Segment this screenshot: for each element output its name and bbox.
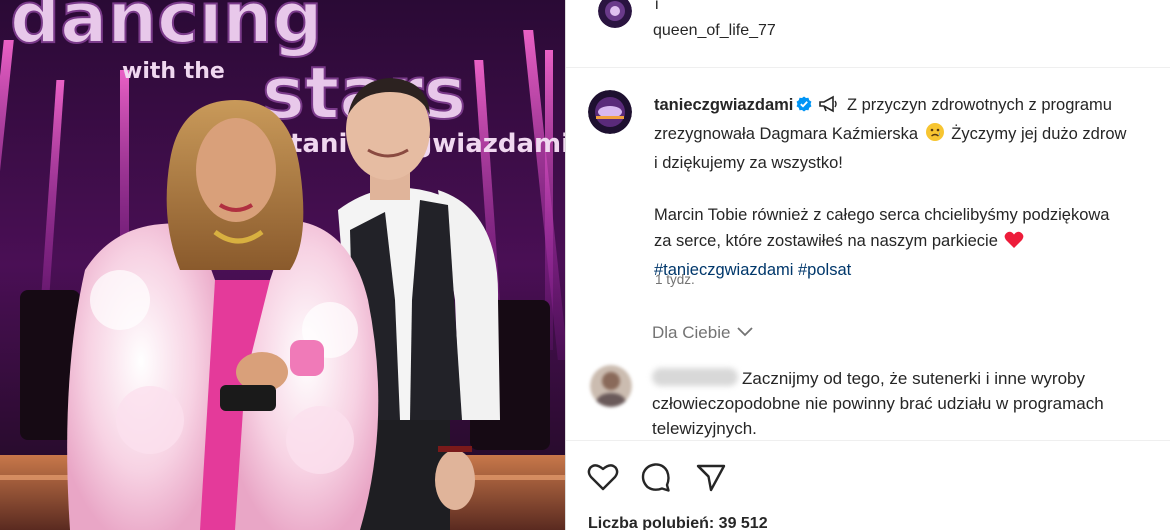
caption-line3: i dziękujemy za wszystko! [654, 154, 843, 172]
red-heart-emoji [1004, 231, 1024, 257]
post-view: dancing with the stars taniec z gwiazdam… [0, 0, 1170, 530]
share-icon [696, 464, 726, 492]
like-button[interactable] [586, 460, 620, 494]
comment-icon [641, 463, 670, 492]
post-details-panel: i queen_of_life_77 tanieczgwiazdami Z pr… [565, 0, 1170, 530]
comments-filter-dropdown[interactable]: Dla Ciebie [652, 323, 754, 343]
logo-line2-small: with the [122, 59, 225, 84]
comment-line3: telewizyjnych. [652, 419, 757, 438]
caption-line5: za serce, które zostawiłeś na naszym par… [654, 232, 998, 250]
caption-line2: zrezygnowała Dagmara Kaźmierska [654, 125, 919, 143]
post-actions-bar: Liczba polubień: 39 512 [566, 440, 1170, 530]
hashtag-link[interactable]: #polsat [798, 261, 851, 279]
caption-line2b: Życzymy jej dużo zdrow [951, 125, 1127, 143]
likes-count[interactable]: Liczba polubień: 39 512 [588, 515, 768, 530]
author-username[interactable]: tanieczgwiazdami [654, 96, 793, 114]
post-photo: dancing with the stars taniec z gwiazdam… [0, 0, 565, 530]
caption-body: tanieczgwiazdami Z przyczyn zdrowotnych … [654, 92, 1170, 283]
chevron-down-icon [736, 323, 754, 343]
commenter-avatar[interactable] [590, 365, 632, 407]
comment-text: Zacznijmy od tego, że sutenerki i inne w… [652, 366, 1162, 441]
comments-filter-label: Dla Ciebie [652, 323, 731, 342]
author-avatar[interactable] [588, 90, 632, 134]
comment-line2: człowieczopodobne nie powinny brać udzia… [652, 394, 1104, 413]
comment-line1: Zacznijmy od tego, że sutenerki i inne w… [742, 369, 1085, 388]
previous-comment-username[interactable]: queen_of_life_77 [653, 22, 776, 40]
post-timestamp[interactable]: 1 tydz. [655, 272, 695, 287]
previous-comment: i queen_of_life_77 [566, 0, 1170, 68]
heart-icon [587, 464, 619, 491]
post-photo-graphic: dancing with the stars taniec z gwiazdam… [0, 0, 565, 530]
share-button[interactable] [694, 460, 728, 494]
caption-line1: Z przyczyn zdrowotnych z programu [846, 96, 1112, 114]
previous-comment-text: i [655, 0, 659, 13]
caption-line4: Marcin Tobie również z całego serca chci… [654, 206, 1110, 224]
megaphone-icon [818, 95, 840, 121]
avatar[interactable] [598, 0, 632, 28]
sad-face-emoji [925, 122, 945, 150]
verified-badge-icon [796, 94, 812, 112]
comment-button[interactable] [639, 460, 673, 494]
